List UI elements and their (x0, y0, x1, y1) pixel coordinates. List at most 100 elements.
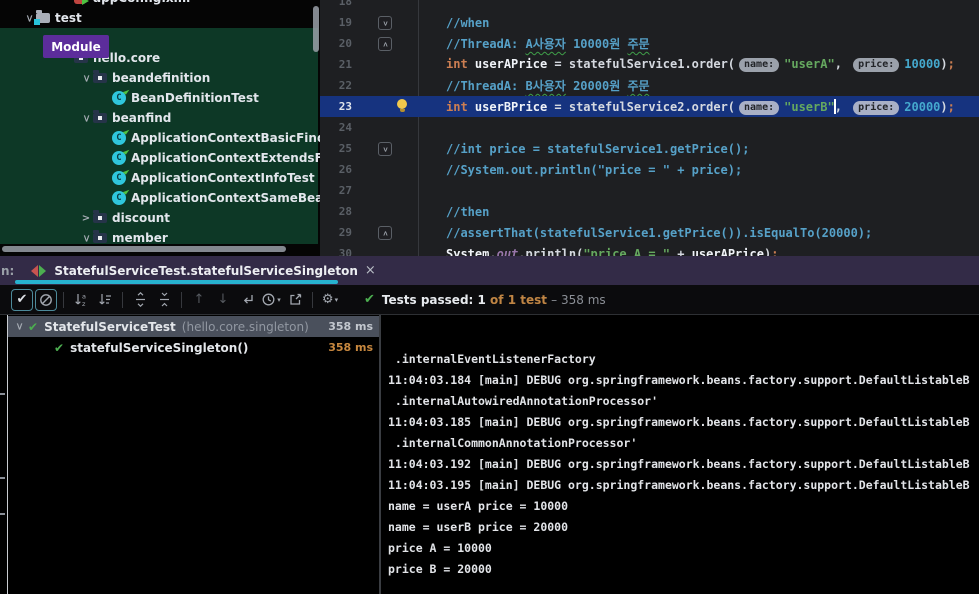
chevron-open-icon[interactable]: > (81, 71, 92, 85)
package-folder-icon (93, 210, 108, 225)
token-cmw: 주문 (627, 37, 650, 51)
code-text: //ThreadA: A사용자 10000원 주문 (418, 35, 650, 52)
settings-button[interactable]: ⚙ ▾ (319, 289, 341, 311)
jump-to-source-button[interactable] (236, 289, 258, 311)
console-output: .internalEventListenerFactory 11:04:03.18… (382, 315, 979, 594)
fold-down-icon[interactable]: > (378, 16, 392, 30)
chevron-open-icon[interactable]: > (14, 320, 25, 334)
token-pl: + (670, 246, 692, 257)
tree-item-test[interactable]: > test (0, 8, 320, 28)
tree-item-ApplicationContextExtendsFindTest[interactable]: >CApplicationContextExtendsFindTest (0, 148, 320, 168)
tree-item-beandefinition[interactable]: > beandefinition (0, 68, 320, 88)
next-failed-test-button[interactable]: ↓ (212, 289, 234, 311)
code-text: //assertThat(statefulService1.getPrice()… (418, 226, 872, 240)
previous-failed-test-button[interactable]: ↑ (188, 289, 210, 311)
package-folder-icon (93, 230, 108, 245)
fold-up-icon[interactable]: > (378, 37, 392, 51)
test-name: StatefulServiceTest (44, 319, 176, 334)
code-line-30[interactable]: 30 System.out.println("price A = " + user… (320, 243, 979, 257)
token-pl: = statefulService1.order( (547, 57, 736, 71)
test-history-button[interactable]: ▾ (260, 289, 282, 311)
sort-by-duration-button[interactable] (94, 289, 116, 311)
code-line-25[interactable]: 25 > //int price = statefulService1.getPri… (320, 138, 979, 159)
tree-item-label: ApplicationContextSameBeanFindTest (131, 191, 320, 205)
code-line-28[interactable]: 28 //then (320, 201, 979, 222)
show-passed-button[interactable]: ✔ (11, 288, 33, 311)
show-ignored-button[interactable] (35, 288, 57, 311)
tree-item-ApplicationContextSameBeanFindTest[interactable]: >CApplicationContextSameBeanFindTest (0, 188, 320, 208)
fold-down-icon[interactable]: > (378, 142, 392, 156)
fold-up-icon[interactable]: > (378, 226, 392, 240)
code-line-22[interactable]: 22 //ThreadA: B사용자 20000원 주문 (320, 75, 979, 96)
code-line-20[interactable]: 20 > //ThreadA: A사용자 10000원 주문 (320, 33, 979, 54)
test-result-row[interactable]: > ✔ StatefulServiceTest (hello.core.singlet… (8, 316, 379, 337)
code-line-23[interactable]: 23 int userBPrice = statefulService2.orde… (320, 96, 979, 117)
editor-gutter (352, 180, 418, 201)
tree-item-appConfig.xml[interactable]: >appConfig.xml (0, 0, 320, 8)
console-line: 11:04:03.195 [main] DEBUG org.springfram… (388, 478, 970, 492)
project-tree-vertical-scrollbar[interactable] (313, 6, 319, 52)
line-number: 29 (338, 226, 352, 239)
line-number: 25 (338, 142, 352, 155)
code-text: //System.out.println("price = " + price)… (418, 163, 742, 177)
code-line-21[interactable]: 21 int userAPrice = statefulService1.orde… (320, 54, 979, 75)
collapse-all-button[interactable] (153, 289, 175, 311)
code-line-27[interactable]: 27 (320, 180, 979, 201)
token-cmw: 주문 (627, 79, 650, 93)
chevron-closed-icon[interactable]: > (79, 213, 93, 224)
tree-item-ApplicationContextInfoTest[interactable]: >CApplicationContextInfoTest (0, 168, 320, 188)
tree-item-beanfind[interactable]: > beanfind (0, 108, 320, 128)
test-class-icon: C (112, 171, 127, 185)
line-number: 22 (338, 79, 352, 92)
console-line: 11:04:03.184 [main] DEBUG org.springfram… (388, 373, 970, 387)
code-line-19[interactable]: 19 > //when (320, 12, 979, 33)
code-line-26[interactable]: 26 //System.out.println("price = " + pric… (320, 159, 979, 180)
token-semi: ; (771, 246, 779, 257)
tree-item-label: ApplicationContextExtendsFindTest (131, 151, 320, 165)
tree-item-ApplicationContextBasicFindTest[interactable]: >CApplicationContextBasicFindTest (0, 128, 320, 148)
console-line: price A = 10000 (388, 541, 492, 555)
token-field: out (496, 246, 519, 257)
tree-item-label: test (55, 11, 82, 25)
export-test-results-button[interactable] (284, 289, 306, 311)
code-line-29[interactable]: 29 > //assertThat(statefulService1.getPric… (320, 222, 979, 243)
editor-gutter (352, 75, 418, 96)
expand-all-button[interactable] (129, 289, 151, 311)
test-toolbar: ✔ a z ↑ ↓ ▾ ⚙ ▾ ✔ Tests passed: 1 of 1 test – 358… (0, 285, 979, 315)
tree-item-BeanDefinitionTest[interactable]: >CBeanDefinitionTest (0, 88, 320, 108)
test-folder-icon (34, 10, 51, 25)
chevron-open-icon[interactable]: > (24, 11, 35, 25)
console-line: price B = 20000 (388, 562, 492, 576)
test-package: (hello.core.singleton) (181, 319, 309, 334)
line-number: 30 (338, 247, 352, 256)
close-tab-icon[interactable]: × (365, 263, 376, 278)
inlay-hint-chip: price: (853, 100, 900, 115)
editor-gutter: > (352, 33, 418, 54)
tree-item-member[interactable]: > member (0, 228, 320, 248)
chevron-open-icon[interactable]: > (81, 231, 92, 245)
token-pl: . (489, 246, 497, 257)
line-number: 19 (338, 16, 352, 29)
code-line-24[interactable]: 24 (320, 117, 979, 138)
token-var: userAPrice (691, 246, 764, 257)
run-tab-title[interactable]: StatefulServiceTest.statefulServiceSingl… (54, 264, 358, 278)
token-pl: .println( (518, 246, 584, 257)
inlay-hint-chip: price: (853, 58, 900, 72)
sort-alphabetically-button[interactable]: az (70, 289, 92, 311)
chevron-open-icon[interactable]: > (81, 111, 92, 125)
line-number: 23 (338, 100, 352, 113)
tree-item-label: member (112, 231, 168, 245)
project-tree-horizontal-scrollbar[interactable] (2, 246, 286, 252)
tree-item-label: appConfig.xml (93, 0, 190, 5)
intention-lightbulb-icon[interactable] (397, 99, 407, 112)
tree-item-discount[interactable]: > discount (0, 208, 320, 228)
editor-gutter: > (352, 222, 418, 243)
code-line-18[interactable]: 18 (320, 0, 979, 12)
test-result-row[interactable]: ✔ statefulServiceSingleton() 358 ms (8, 337, 379, 358)
run-label-clipped: n: (1, 263, 15, 278)
test-passed-icon: ✔ (28, 319, 39, 334)
token-cm: 10000원 (565, 37, 628, 51)
tree-console-splitter[interactable] (379, 315, 381, 594)
code-editor[interactable]: 18 19 >//when 20 >//ThreadA: A사용자 10000원 주문 2… (320, 0, 979, 256)
